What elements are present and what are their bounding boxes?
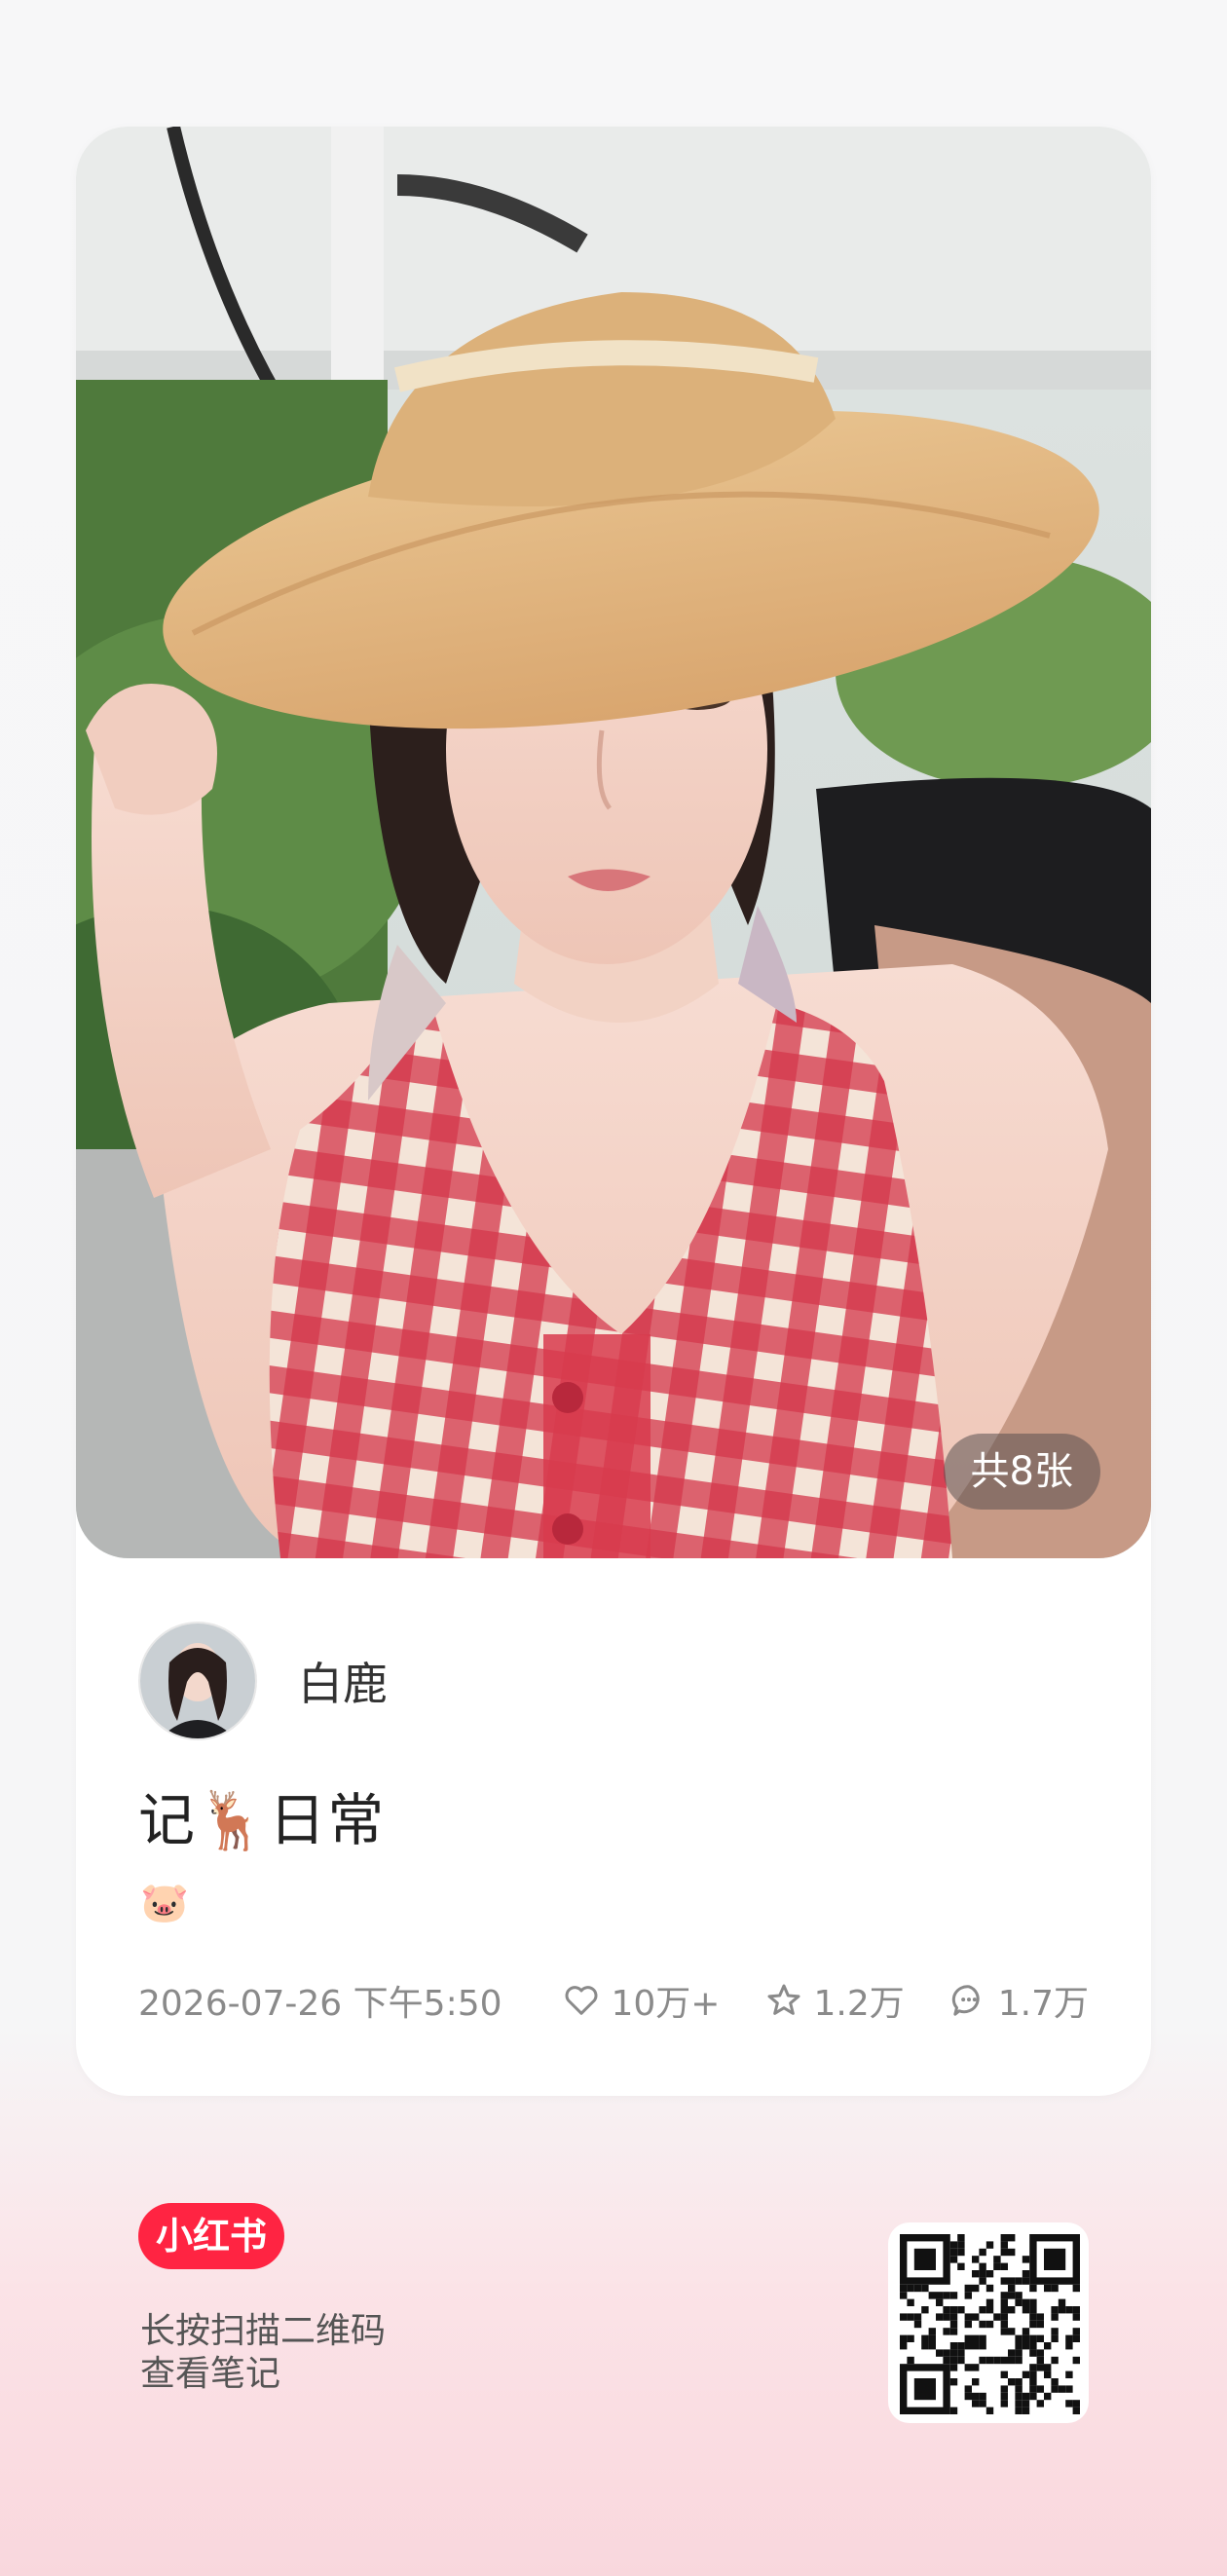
note-meta-row: 2026-07-26 下午5:50 10万+ 1.2万 1.7万 [138, 1975, 1089, 2026]
star-icon [767, 1984, 800, 2015]
author-row[interactable]: 白鹿 [138, 1622, 388, 1740]
qr-code[interactable] [888, 2222, 1089, 2423]
note-share-card: 共8张 白鹿 记🦌日常 🐷 2026-07-26 下午5:50 10万+ 1.2… [76, 127, 1151, 2096]
note-body: 🐷 [140, 1882, 189, 1924]
image-count-badge: 共8张 [943, 1434, 1100, 1510]
note-title: 记🦌日常 [138, 1787, 387, 1853]
cover-photo[interactable]: 共8张 [76, 127, 1151, 1558]
publish-date: 2026-07-26 下午5:50 [138, 1984, 502, 2024]
scan-instructions: 长按扫描二维码 查看笔记 [140, 2310, 386, 2396]
author-name[interactable]: 白鹿 [298, 1649, 388, 1713]
heart-icon [566, 1986, 598, 2015]
scan-line-1: 长按扫描二维码 [140, 2311, 387, 2351]
chat-bubble-icon [951, 1985, 980, 2016]
collect-count: 1.2万 [813, 1984, 905, 2024]
collect-stat[interactable]: 1.2万 [764, 1975, 905, 2026]
comment-stat[interactable]: 1.7万 [949, 1975, 1089, 2026]
avatar[interactable] [138, 1622, 257, 1740]
like-stat[interactable]: 10万+ [562, 1975, 720, 2026]
brand-logo: 小红书 [138, 2203, 284, 2269]
comment-count: 1.7万 [997, 1984, 1089, 2024]
scan-line-2: 查看笔记 [140, 2354, 281, 2394]
like-count: 10万+ [611, 1984, 721, 2024]
